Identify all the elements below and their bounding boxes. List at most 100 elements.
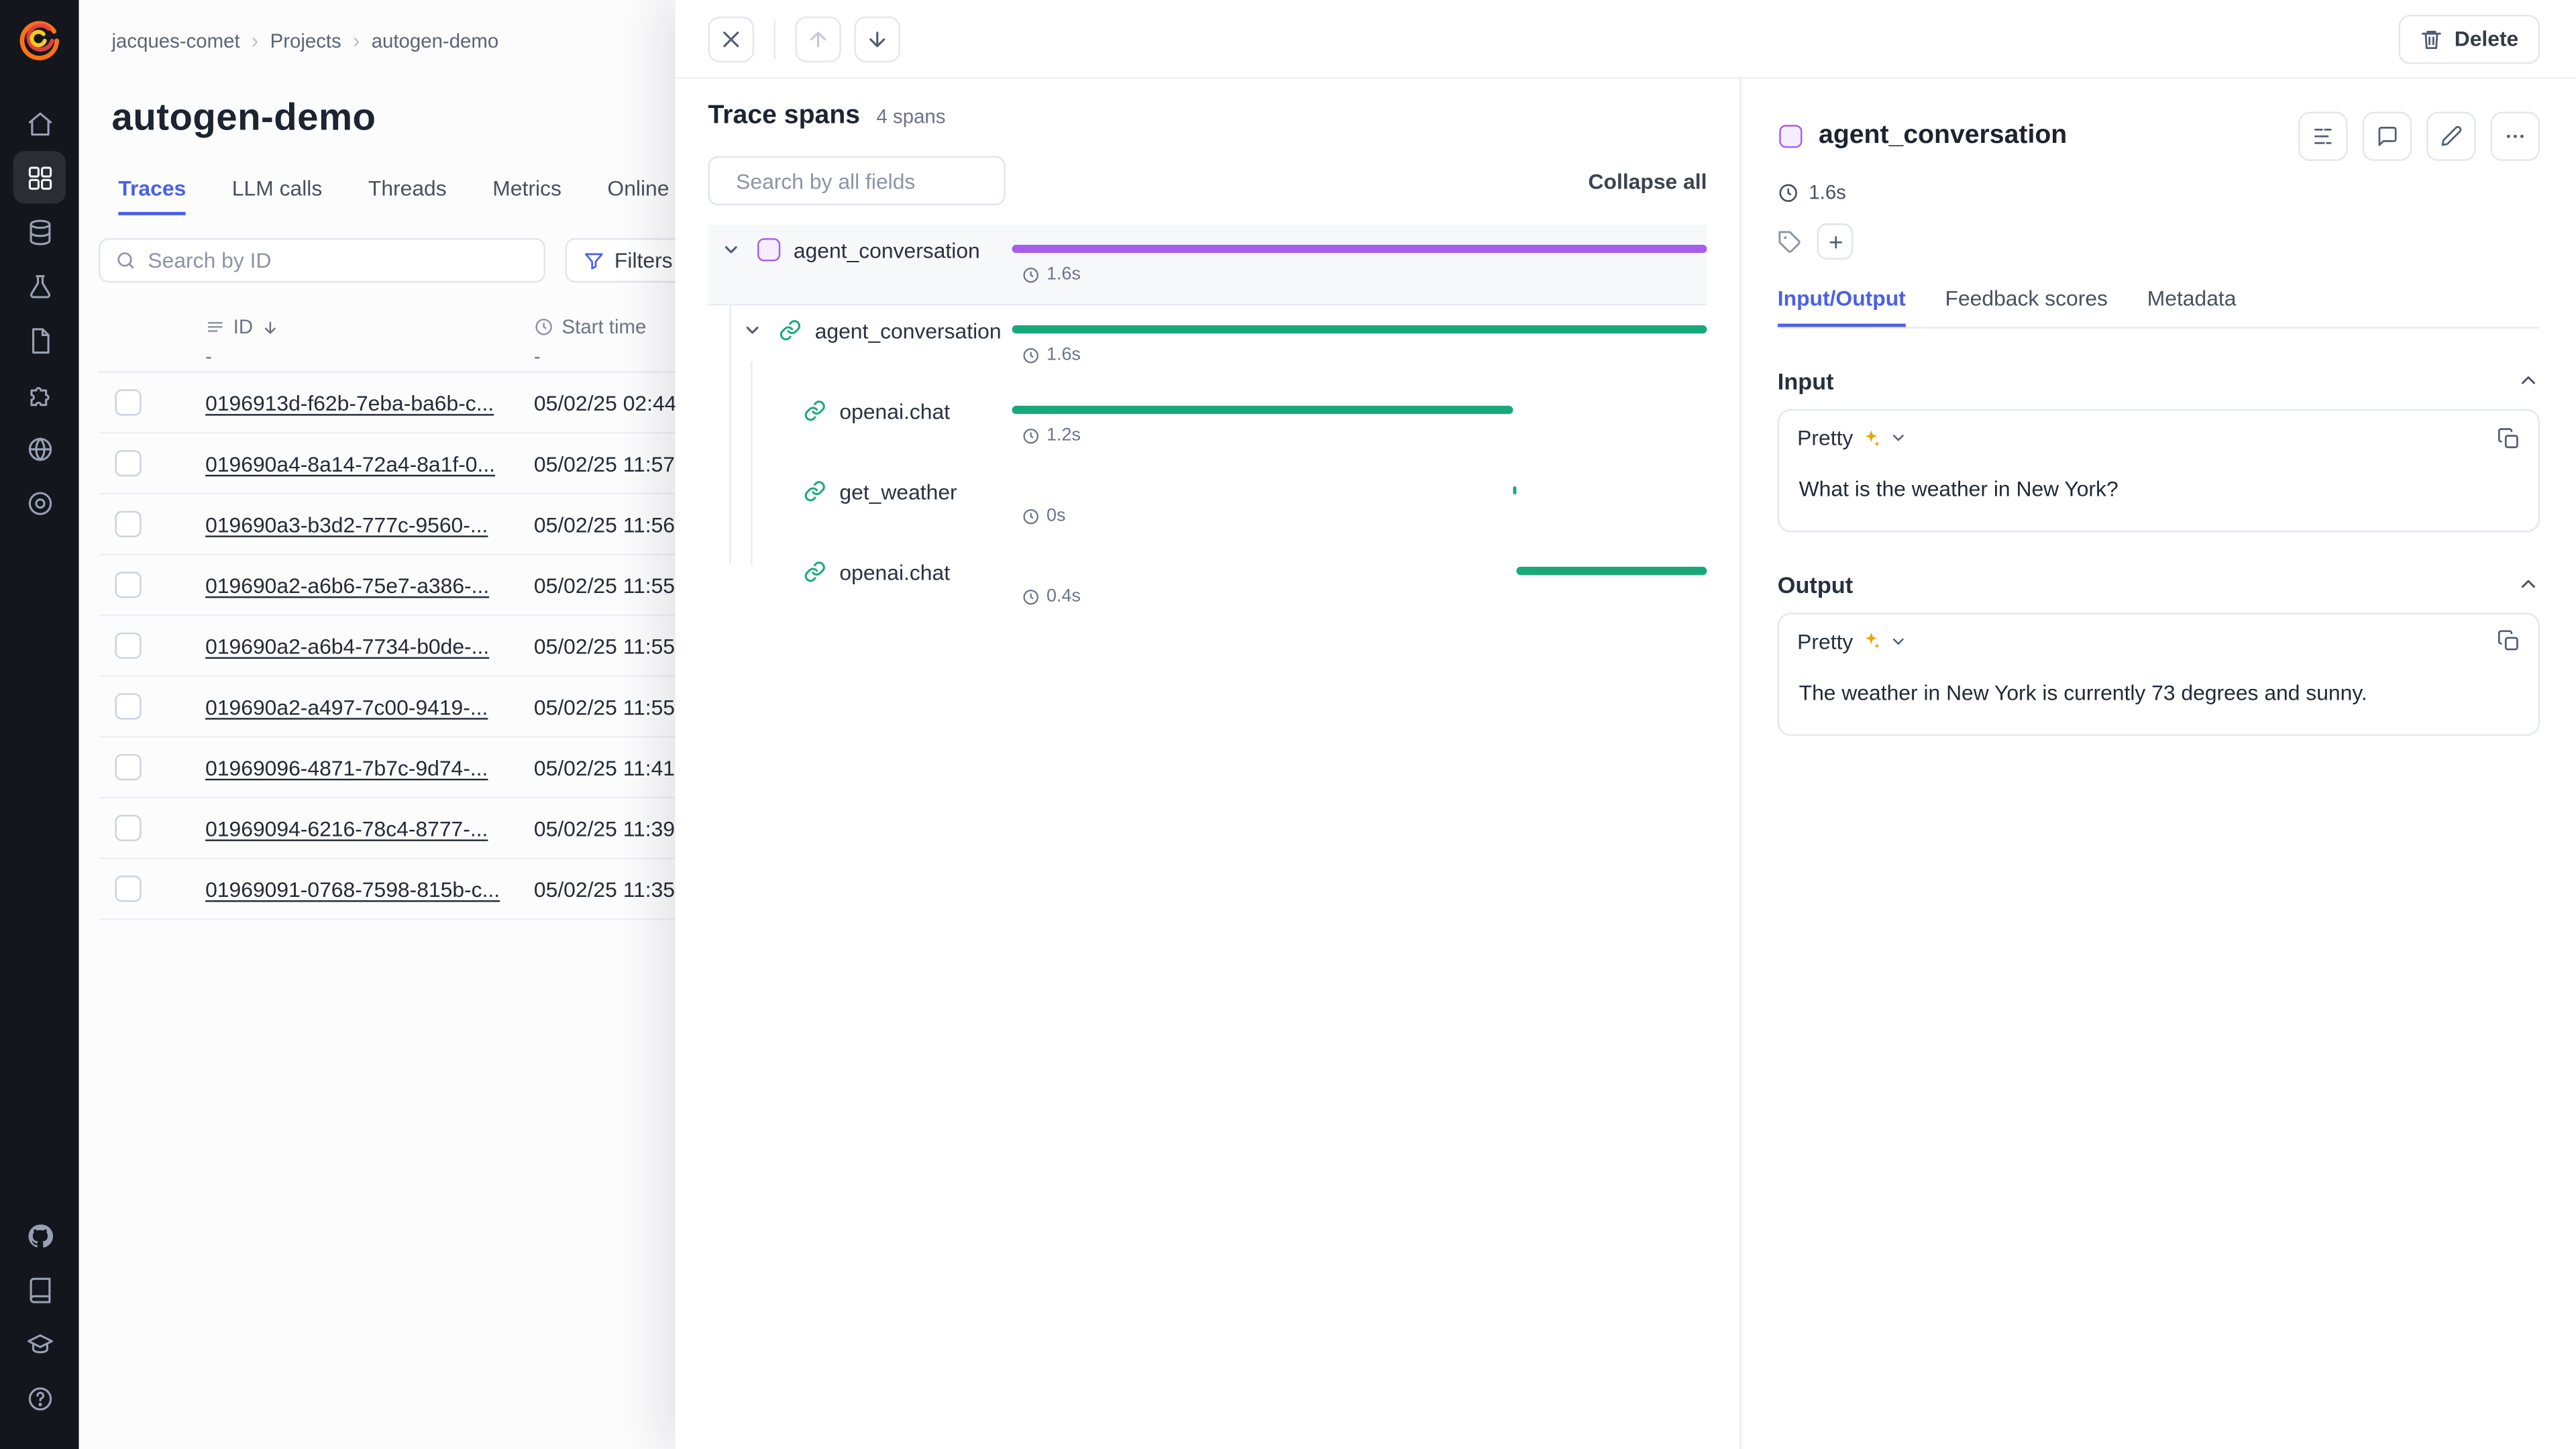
trace-id-link[interactable]: 019690a2-a497-7c00-9419-... [205,694,488,719]
spans-search-box [708,156,1006,205]
tag-icon [1778,229,1803,254]
copy-button[interactable] [2497,427,2520,449]
trace-id-link[interactable]: 0196913d-f62b-7eba-ba6b-c... [205,390,494,415]
spans-title: Trace spans [708,102,861,131]
spans-search-input[interactable] [736,168,1025,193]
span-name-label: openai.chat [839,398,950,423]
span-duration: 1.2s [1022,425,1081,445]
chevron-down-icon[interactable] [718,237,744,263]
playground-puzzle-icon[interactable] [13,368,66,421]
row-checkbox[interactable] [115,693,141,719]
tab-llm-calls[interactable]: LLM calls [232,176,323,215]
output-box: Pretty The weather in New York is curren… [1778,612,2540,735]
output-section: Output Pretty [1778,572,2540,736]
toolbar-divider [773,19,775,58]
detail-actions [2298,112,2540,161]
online-evaluation-globe-icon[interactable] [13,422,66,474]
row-checkbox[interactable] [115,754,141,780]
copy-button[interactable] [2497,630,2520,653]
ellipsis-icon [2504,125,2526,148]
row-checkbox[interactable] [115,572,141,598]
breadcrumb-item-projects[interactable]: Projects [270,29,341,52]
span-duration-meta: 1.6s [1778,180,2540,203]
comment-icon [2375,125,2398,148]
edit-button[interactable] [2426,112,2475,161]
settings-target-icon[interactable] [13,476,66,529]
input-content: What is the weather in New York? [1779,465,2538,531]
datasets-icon[interactable] [13,205,66,258]
chain-link-icon [802,559,828,585]
documentation-book-icon[interactable] [13,1263,66,1316]
trace-id-link[interactable]: 019690a2-a6b4-7734-b0de-... [205,633,489,658]
next-trace-button[interactable] [854,15,900,62]
span-duration-bar [1516,567,1707,575]
row-checkbox[interactable] [115,511,141,537]
column-header-id[interactable]: ID [233,315,253,338]
home-icon[interactable] [13,97,66,149]
span-name-label: agent_conversation [794,237,980,262]
delete-button[interactable]: Delete [2398,14,2540,63]
collapse-all-button[interactable]: Collapse all [1589,168,1707,193]
trace-id-link[interactable]: 019690a2-a6b6-75e7-a386-... [205,572,489,597]
github-icon[interactable] [13,1209,66,1261]
span-timeline: 0.4s [1012,547,1707,628]
spans-count: 4 spans [877,105,946,128]
span-row-get-weather[interactable]: get_weather 0s [708,467,1707,547]
span-row-agent-conversation[interactable]: agent_conversation 1.6s [708,306,1707,386]
more-actions-button[interactable] [2491,112,2540,161]
row-checkbox[interactable] [115,815,141,841]
add-tag-button[interactable] [1817,223,1854,260]
sparkles-icon [1862,428,1881,447]
start-time-filter-value: - [534,344,541,367]
tab-metadata[interactable]: Metadata [2147,286,2237,327]
tab-input-output[interactable]: Input/Output [1778,286,1906,327]
tab-feedback-scores[interactable]: Feedback scores [1945,286,2108,327]
clock-icon [534,317,553,337]
search-input[interactable] [148,248,529,273]
sort-desc-icon[interactable] [261,318,279,336]
comment-button[interactable] [2363,112,2412,161]
tab-metrics[interactable]: Metrics [492,176,561,215]
collapse-section-button[interactable] [2517,573,2540,596]
chevron-down-icon [1889,632,1907,650]
add-to-dataset-button[interactable] [2298,112,2347,161]
span-duration: 1.6s [1022,345,1081,364]
quickstart-graduation-cap-icon[interactable] [13,1318,66,1370]
row-checkbox[interactable] [115,633,141,659]
span-timeline: 1.6s [1012,225,1707,306]
spans-panel: Trace spans 4 spans Collapse all [676,79,1740,1449]
trace-id-link[interactable]: 019690a4-8a14-72a4-8a1f-0... [205,451,495,476]
previous-trace-button[interactable] [795,15,841,62]
tab-traces[interactable]: Traces [118,176,186,215]
delete-label: Delete [2455,26,2519,51]
help-icon[interactable] [13,1372,66,1424]
span-row-openai-chat[interactable]: openai.chat 0.4s [708,547,1707,628]
arrow-up-icon [806,27,829,50]
row-checkbox[interactable] [115,389,141,415]
span-row-openai-chat[interactable]: openai.chat 1.2s [708,386,1707,467]
trace-id-link[interactable]: 01969094-6216-78c4-8777-... [205,816,488,841]
collapse-section-button[interactable] [2517,370,2540,392]
span-duration-bar [1512,486,1515,494]
tab-threads[interactable]: Threads [368,176,447,215]
trace-id-link[interactable]: 01969091-0768-7598-815b-c... [205,877,500,902]
chevron-down-icon[interactable] [739,317,765,343]
projects-grid-icon[interactable] [13,151,66,203]
chain-link-icon [802,478,828,504]
format-select[interactable]: Pretty [1797,425,1907,450]
trace-id-link[interactable]: 019690a3-b3d2-777c-9560-... [205,512,488,537]
breadcrumb-item-workspace[interactable]: jacques-comet [112,29,240,52]
row-checkbox[interactable] [115,450,141,476]
span-duration-bar [1012,325,1707,333]
span-row-agent-conversation[interactable]: agent_conversation 1.6s [708,225,1707,306]
trace-id-link[interactable]: 01969096-4871-7b7c-9d74-... [205,755,488,780]
row-checkbox[interactable] [115,875,141,902]
format-select[interactable]: Pretty [1797,629,1907,654]
span-timeline: 1.6s [1012,306,1707,386]
comet-logo-icon[interactable] [18,18,61,61]
trace-overlay: Delete Trace spans 4 spans Collapse all [676,0,2576,1449]
close-button[interactable] [708,15,755,62]
prompts-document-icon[interactable] [13,314,66,366]
experiments-flask-icon[interactable] [13,260,66,312]
column-header-start-time[interactable]: Start time [562,315,647,338]
